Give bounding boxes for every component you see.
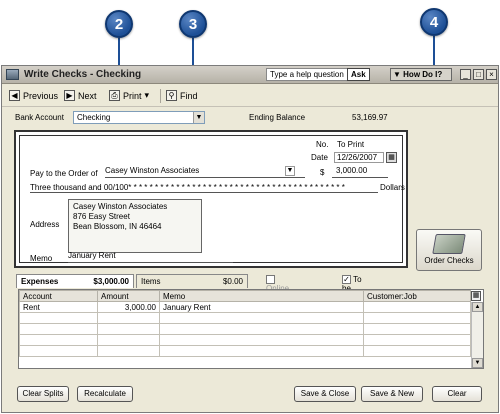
clear-button[interactable]: Clear [432,386,482,402]
cell-customer-job[interactable] [363,301,471,313]
tab-items-amount: $0.00 [222,277,243,286]
expenses-grid: Account Amount Memo Customer:Job Rent 3,… [18,289,484,369]
table-row[interactable] [19,323,471,335]
calendar-icon[interactable]: ▦ [386,152,397,163]
address-field[interactable]: Casey Winston Associates 876 Easy Street… [68,199,202,253]
printer-icon: ⎙ [109,90,120,101]
grid-header-row: Account Amount Memo Customer:Job [19,290,471,302]
how-do-i-label: How Do I? [403,70,443,79]
print-button[interactable]: ⎙ Print ▾ [109,90,149,101]
order-checks-label: Order Checks [424,256,474,265]
check-form: No. To Print Date 12/26/2007 ▦ Pay to th… [14,130,408,268]
next-button[interactable]: ▶ Next [64,90,97,101]
scroll-down-icon[interactable]: ▼ [472,358,483,368]
toolbar: ◀ Previous ▶ Next ⎙ Print ▾ ⚲ Find [2,85,498,107]
maximize-icon[interactable]: □ [473,69,484,80]
column-header-memo[interactable]: Memo [159,290,364,302]
payee-value: Casey Winston Associates [105,166,200,175]
table-row[interactable] [19,345,471,357]
check-no-label: No. [316,140,329,149]
tab-expenses-amount: $3,000.00 [93,277,129,286]
recalculate-button[interactable]: Recalculate [77,386,133,402]
memo-value: January Rent [68,251,116,260]
find-icon: ⚲ [166,90,177,101]
app-icon [6,69,19,80]
bank-account-label: Bank Account [15,113,64,122]
title-bar: Write Checks - Checking Type a help ques… [2,66,498,84]
chevron-down-icon: ▼ [393,70,401,79]
ask-button[interactable]: Ask [347,68,370,81]
grid-scrollbar[interactable]: ▲ ▼ [471,302,483,368]
bank-account-select[interactable]: Checking ▼ [73,111,205,124]
dollars-label: Dollars [380,183,405,192]
check-no-value[interactable]: To Print [337,140,364,149]
next-label: Next [78,90,97,101]
close-icon[interactable]: × [486,69,497,80]
callout-3: 3 [179,10,207,38]
table-row[interactable] [19,312,471,324]
clear-splits-button[interactable]: Clear Splits [17,386,69,402]
table-row[interactable] [19,334,471,346]
pay-to-label: Pay to the Order of [30,169,98,178]
memo-label: Memo [30,254,53,263]
write-checks-window: Write Checks - Checking Type a help ques… [1,65,499,413]
previous-button[interactable]: ◀ Previous [9,90,58,101]
previous-label: Previous [23,90,59,101]
address-line: Casey Winston Associates [73,202,168,211]
tab-expenses-label: Expenses [21,277,59,286]
cell-memo[interactable]: January Rent [159,301,364,313]
print-dropdown-icon[interactable]: ▾ [145,90,150,101]
scroll-up-icon[interactable]: ▲ [472,302,483,312]
address-line: 876 Easy Street [73,212,130,221]
checkbox-icon [266,275,275,285]
tab-expenses[interactable]: Expenses $3,000.00 [16,274,134,288]
memo-field[interactable]: January Rent [68,251,233,263]
ending-balance-label: Ending Balance [249,113,306,122]
find-button[interactable]: ⚲ Find [166,90,198,101]
chevron-down-icon[interactable]: ▼ [193,112,204,123]
address-line: Bean Blossom, IN 46464 [73,222,162,231]
toolbar-divider [160,89,161,103]
save-close-button[interactable]: Save & Close [294,386,356,402]
column-header-customer-job[interactable]: Customer:Job [363,290,471,302]
find-label: Find [180,90,198,101]
payee-field[interactable]: Casey Winston Associates [105,166,305,178]
column-header-account[interactable]: Account [19,290,98,302]
callout-4: 4 [420,8,448,36]
amount-field[interactable]: 3,000.00 [332,166,388,178]
how-do-i-button[interactable]: ▼ How Do I? [390,68,452,81]
help-search-input[interactable]: Type a help question [266,68,348,81]
bank-account-value: Checking [77,113,111,122]
save-new-button[interactable]: Save & New [361,386,423,402]
address-label: Address [30,220,60,229]
chevron-down-icon[interactable]: ▼ [285,166,295,176]
checkmark-icon: ✓ [342,275,351,285]
column-header-amount[interactable]: Amount [97,290,160,302]
order-checks-button[interactable]: Order Checks [416,229,482,271]
print-label: Print [123,90,142,101]
checks-stack-icon [432,234,466,254]
tab-items-label: Items [141,277,161,286]
minimize-icon[interactable]: _ [460,69,471,80]
ending-balance-value: 53,169.97 [352,113,388,122]
tab-items[interactable]: Items $0.00 [136,274,248,288]
currency-symbol: $ [320,168,325,177]
amount-in-words: Three thousand and 00/100* * * * * * * *… [30,183,378,193]
cell-amount[interactable]: 3,000.00 [97,301,160,313]
next-icon: ▶ [64,90,75,101]
column-settings-icon[interactable]: ▦ [471,291,481,301]
check-date-label: Date [311,153,328,162]
check-inner-border: No. To Print Date 12/26/2007 ▦ Pay to th… [19,135,405,263]
table-row[interactable]: Rent 3,000.00 January Rent [19,301,471,313]
callout-2: 2 [105,10,133,38]
check-date-field[interactable]: 12/26/2007 [334,152,384,163]
previous-icon: ◀ [9,90,20,101]
window-title: Write Checks - Checking [24,69,142,80]
cell-account[interactable]: Rent [19,301,98,313]
